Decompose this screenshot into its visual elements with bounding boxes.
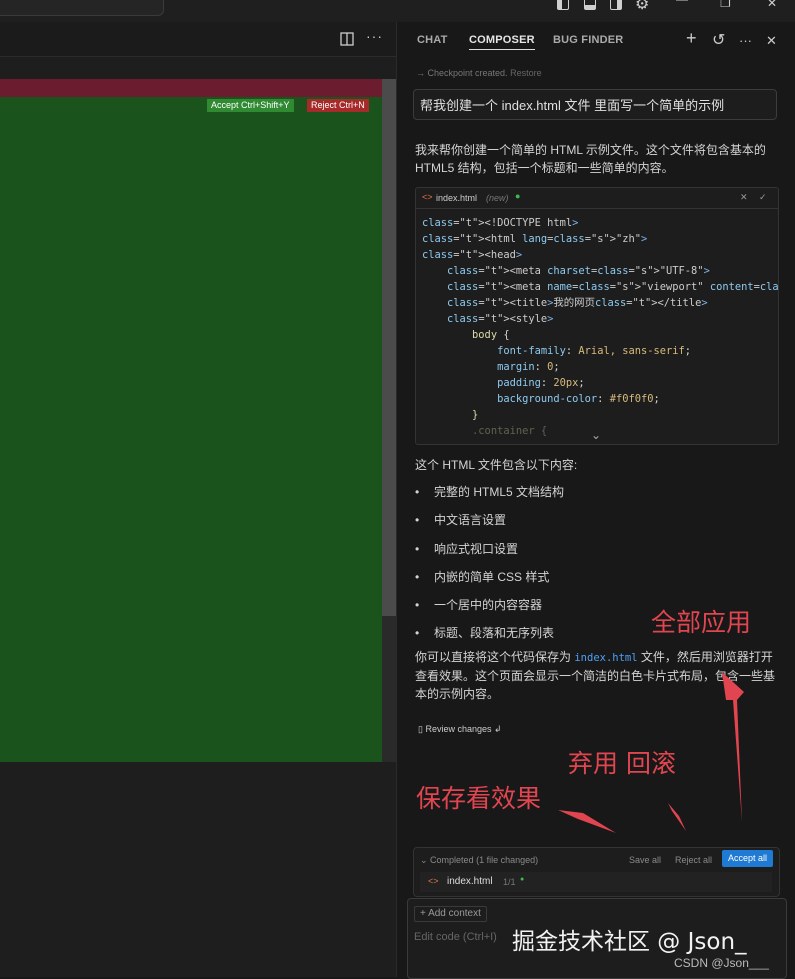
edit-code-placeholder[interactable]: Edit code (Ctrl+I) xyxy=(414,931,497,943)
add-context-button[interactable]: + Add context xyxy=(414,906,487,922)
html-file-icon: <> xyxy=(428,876,439,886)
annotation-arrows xyxy=(558,672,744,833)
chevron-down-icon[interactable]: ⌄ xyxy=(420,855,430,865)
changed-file-name: index.html xyxy=(447,876,493,887)
save-all-button[interactable]: Save all xyxy=(629,855,661,865)
reject-all-button[interactable]: Reject all xyxy=(675,855,712,865)
modified-dot-icon: ● xyxy=(520,876,525,883)
completed-label: ⌄ Completed (1 file changed) xyxy=(420,855,538,866)
csdn-watermark: CSDN @Json___ xyxy=(674,956,769,970)
completed-text: Completed (1 file changed) xyxy=(430,855,539,865)
changed-file-count: 1/1 xyxy=(503,877,516,887)
watermark: 掘金技术社区 @ Json_ xyxy=(512,929,747,955)
changed-file-row[interactable]: <> index.html 1/1 ● xyxy=(420,872,772,892)
accept-all-button[interactable]: Accept all xyxy=(722,850,773,867)
